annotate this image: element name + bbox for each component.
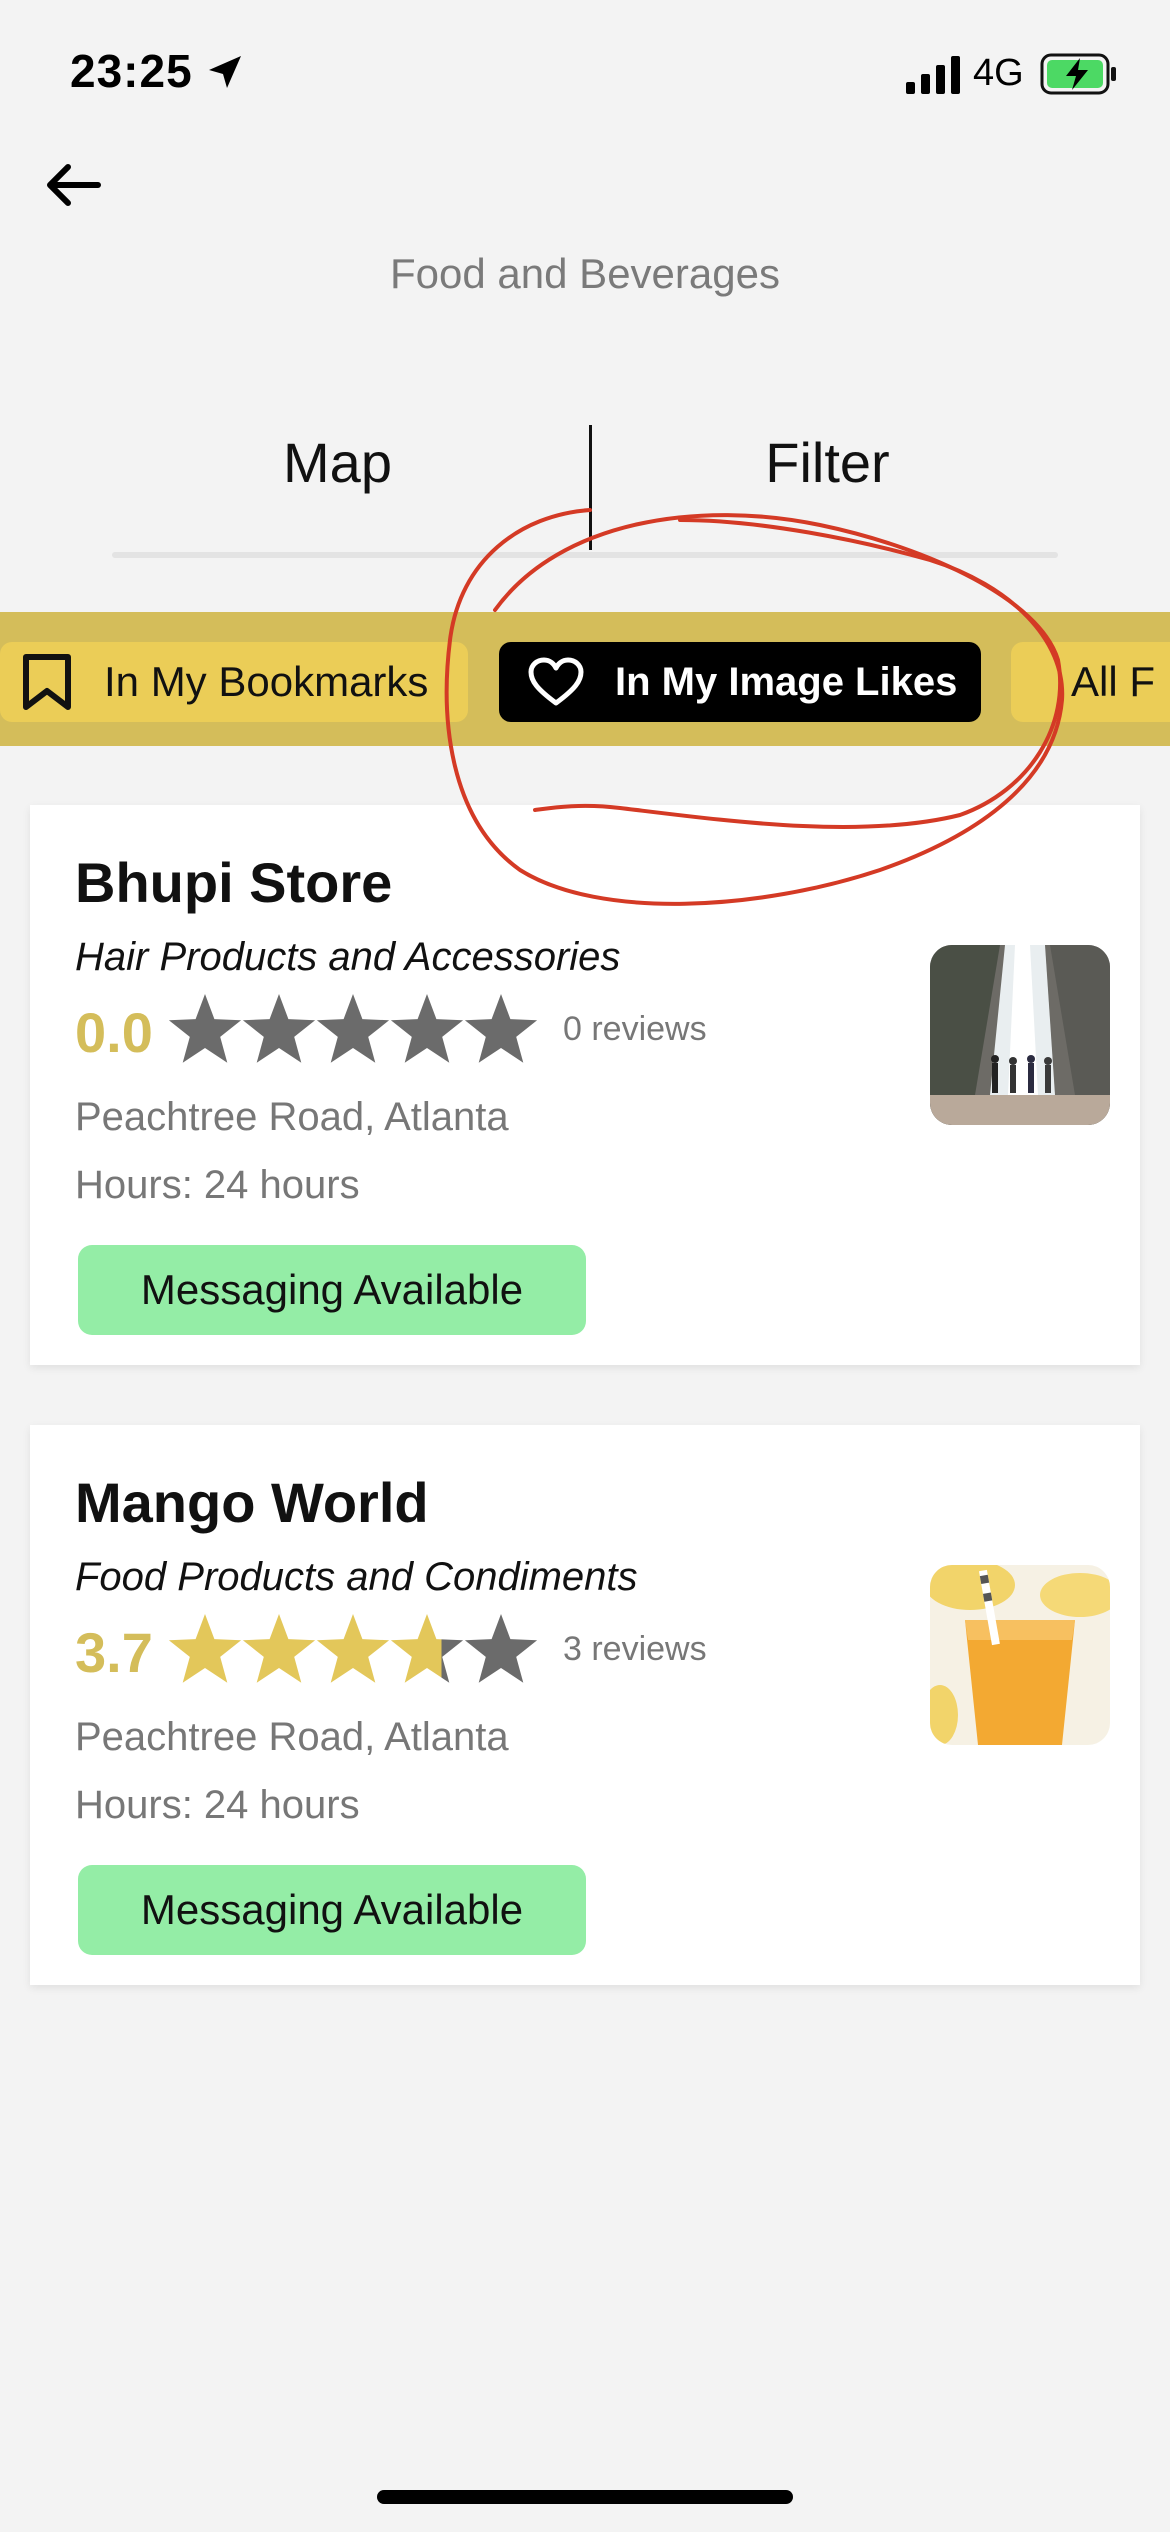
chip-label: In My Image Likes [615, 659, 958, 704]
store-hours: Hours: 24 hours [75, 1163, 360, 1207]
store-address: Peachtree Road, Atlanta [75, 1715, 509, 1759]
store-name: Bhupi Store [75, 851, 393, 914]
page-title: Food and Beverages [390, 250, 780, 297]
tab-divider [589, 425, 592, 550]
store-thumbnail-waterfall[interactable] [930, 945, 1110, 1125]
star-icon [390, 1614, 464, 1683]
star-icon [390, 994, 464, 1063]
star-icon [464, 1614, 538, 1683]
star-icon [464, 994, 538, 1063]
star-icon [316, 994, 390, 1063]
back-arrow-icon[interactable] [40, 150, 110, 220]
chip-in-my-bookmarks[interactable]: In My Bookmarks [0, 642, 468, 722]
tab-filter[interactable]: Filter [600, 430, 1055, 495]
review-count[interactable]: 0 reviews [563, 1010, 707, 1049]
star-icon [242, 1614, 316, 1683]
battery-charging-icon [1040, 53, 1116, 95]
chip-label: All F [1071, 658, 1155, 705]
status-time: 23:25 [70, 45, 193, 97]
star-icon [242, 994, 316, 1063]
tab-map[interactable]: Map [110, 430, 565, 495]
store-card[interactable]: Mango World Food Products and Condiments… [30, 1425, 1140, 1985]
network-type: 4G [973, 52, 1024, 94]
messaging-available-button[interactable]: Messaging Available [78, 1865, 586, 1955]
store-hours: Hours: 24 hours [75, 1783, 360, 1827]
filter-chips-bar[interactable]: In My Bookmarks In My Image Likes All F [0, 612, 1170, 746]
chip-all[interactable]: All F [1011, 642, 1170, 722]
store-category: Food Products and Condiments [75, 1555, 638, 1599]
bookmark-icon [23, 654, 71, 710]
messaging-available-button[interactable]: Messaging Available [78, 1245, 586, 1335]
rating-value: 0.0 [75, 1001, 153, 1064]
store-thumbnail-mango-smoothie[interactable] [930, 1565, 1110, 1745]
store-card[interactable]: Bhupi Store Hair Products and Accessorie… [30, 805, 1140, 1365]
star-icon [168, 994, 242, 1063]
chip-label: In My Bookmarks [104, 658, 429, 705]
chip-in-my-image-likes[interactable]: In My Image Likes [499, 642, 981, 722]
store-address: Peachtree Road, Atlanta [75, 1095, 509, 1139]
signal-icon [906, 56, 960, 94]
store-name: Mango World [75, 1471, 429, 1534]
star-rating [168, 994, 538, 1063]
rating-value: 3.7 [75, 1621, 153, 1684]
star-icon [316, 1614, 390, 1683]
store-category: Hair Products and Accessories [75, 935, 621, 979]
star-rating [168, 1614, 538, 1683]
review-count[interactable]: 3 reviews [563, 1630, 707, 1669]
home-indicator [377, 2490, 793, 2504]
heart-icon [528, 657, 584, 706]
location-arrow-icon [209, 56, 241, 88]
tab-underline [112, 552, 1058, 558]
star-icon [168, 1614, 242, 1683]
